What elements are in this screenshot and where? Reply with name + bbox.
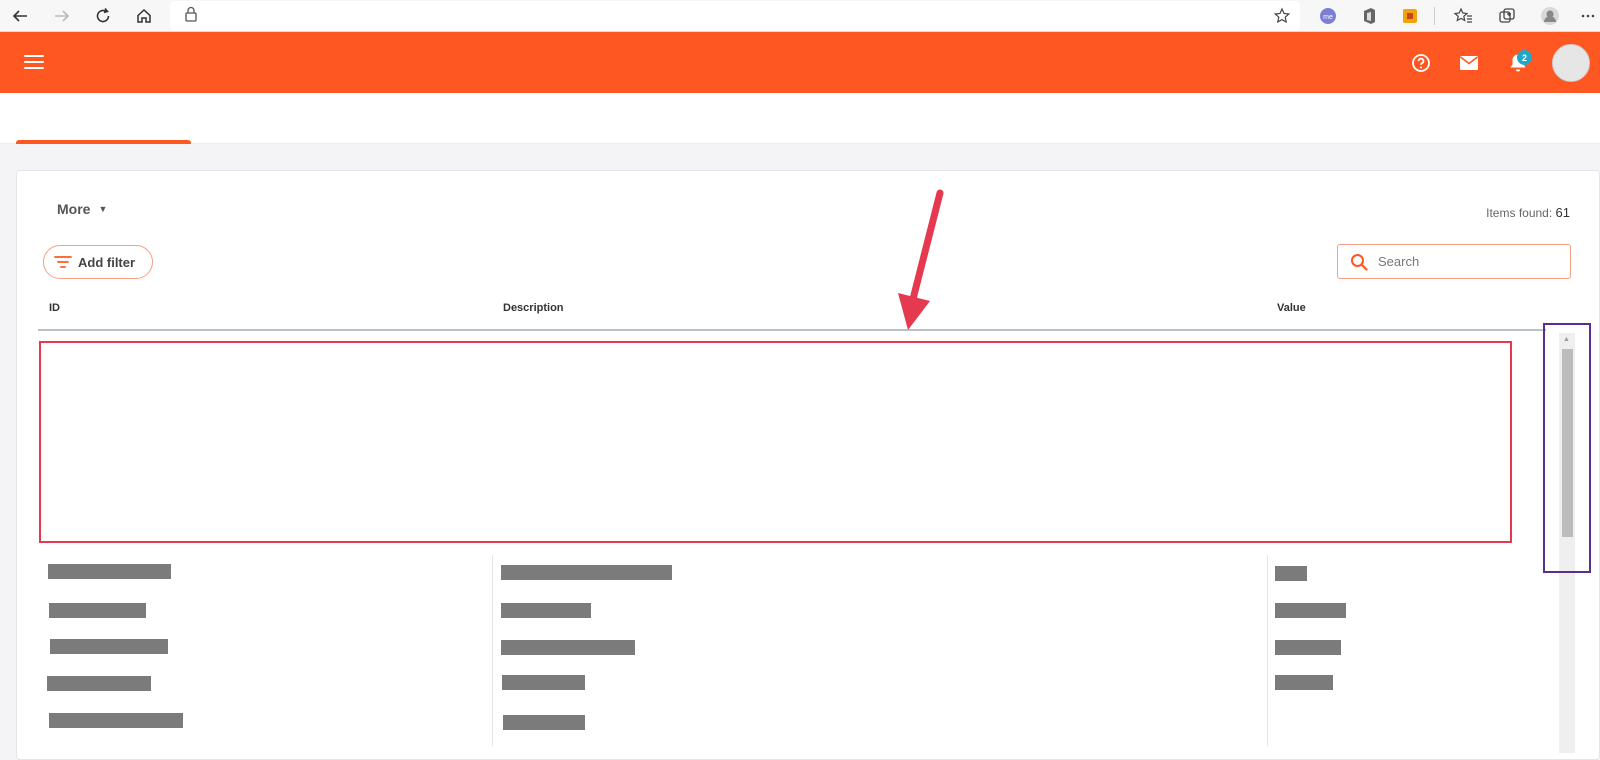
- redacted-cell: [50, 639, 168, 654]
- tab-active-indicator[interactable]: [16, 140, 191, 144]
- forward-icon[interactable]: [50, 4, 74, 28]
- tab-strip: [0, 93, 1600, 144]
- lock-icon: [184, 6, 198, 22]
- filter-icon: [54, 255, 72, 269]
- scrollbar-highlight: [1543, 323, 1591, 573]
- collections-icon[interactable]: [1497, 6, 1517, 26]
- profile-icon[interactable]: [1540, 6, 1560, 26]
- column-divider: [1267, 555, 1268, 746]
- avatar[interactable]: [1552, 44, 1590, 82]
- redacted-cell: [1275, 675, 1333, 690]
- favorites-icon[interactable]: [1453, 6, 1473, 26]
- mail-icon[interactable]: [1457, 51, 1481, 75]
- menu-icon[interactable]: [24, 55, 44, 71]
- app-header: [0, 32, 1600, 93]
- items-found-value: 61: [1555, 205, 1570, 220]
- table-header-divider: [38, 329, 1546, 331]
- redacted-cell: [49, 713, 183, 728]
- more-options-icon[interactable]: [1578, 6, 1598, 26]
- search-input[interactable]: [1378, 254, 1548, 269]
- office-icon[interactable]: [1359, 6, 1379, 26]
- favorite-add-icon[interactable]: [1272, 6, 1292, 26]
- redacted-cell: [501, 640, 635, 655]
- annotation-arrow-icon: [898, 189, 944, 330]
- back-icon[interactable]: [8, 4, 32, 28]
- redacted-cell: [1275, 640, 1341, 655]
- puzzle-icon[interactable]: [1400, 6, 1420, 26]
- redacted-cell: [48, 564, 171, 579]
- column-header-value[interactable]: Value: [1277, 302, 1306, 314]
- svg-text:me: me: [1323, 14, 1333, 21]
- column-header-id[interactable]: ID: [49, 302, 60, 314]
- caret-down-icon: ▼: [98, 204, 108, 214]
- redacted-cell: [47, 676, 151, 691]
- more-label: More: [57, 201, 91, 217]
- notification-badge: 2: [1517, 50, 1532, 65]
- redacted-cell: [1275, 603, 1346, 618]
- reload-icon[interactable]: [91, 4, 115, 28]
- toolbar-divider: [1434, 7, 1435, 25]
- home-icon[interactable]: [132, 4, 156, 28]
- empty-rows-highlight: [39, 341, 1512, 543]
- more-dropdown[interactable]: More ▼: [57, 201, 107, 217]
- redacted-cell: [503, 715, 585, 730]
- add-filter-button[interactable]: Add filter: [43, 245, 153, 279]
- extension-icon[interactable]: me: [1318, 6, 1338, 26]
- search-icon: [1350, 253, 1368, 271]
- column-header-description[interactable]: Description: [503, 302, 564, 314]
- address-bar[interactable]: [170, 1, 1300, 31]
- items-found: Items found: 61: [1486, 205, 1570, 220]
- redacted-cell: [1275, 566, 1307, 581]
- search-box[interactable]: [1337, 244, 1571, 279]
- add-filter-label: Add filter: [78, 254, 136, 270]
- column-divider: [492, 555, 493, 746]
- redacted-cell: [49, 603, 146, 618]
- redacted-cell: [501, 603, 591, 618]
- redacted-cell: [501, 565, 672, 580]
- help-icon[interactable]: [1409, 51, 1433, 75]
- items-found-label: Items found:: [1486, 206, 1553, 220]
- redacted-cell: [502, 675, 585, 690]
